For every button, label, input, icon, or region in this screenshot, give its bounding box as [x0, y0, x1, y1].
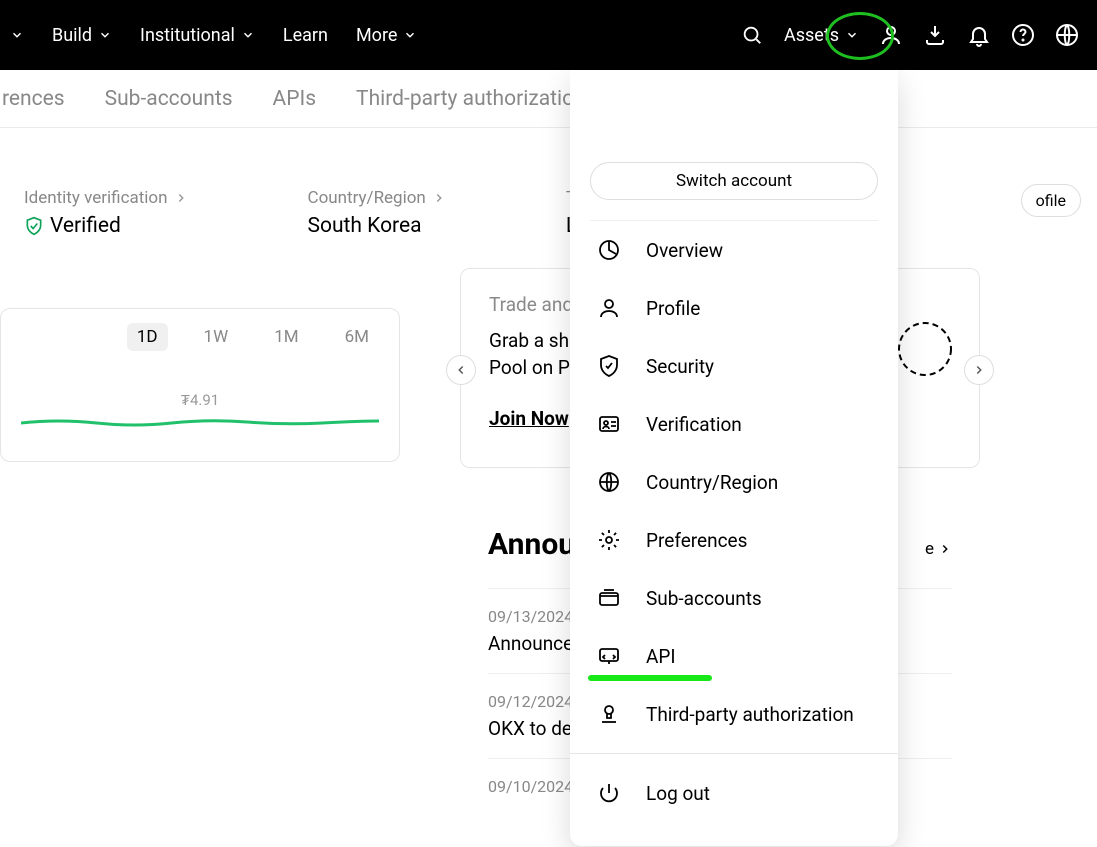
subnav-tab-sub-accounts[interactable]: Sub-accounts: [105, 87, 233, 111]
shield-check-icon: [24, 216, 44, 236]
help-icon[interactable]: [1011, 23, 1035, 47]
dropdown-item-label: Third-party authorization: [646, 703, 854, 726]
dropdown-preferences[interactable]: Preferences: [590, 511, 878, 569]
topnav-item-build[interactable]: Build: [52, 25, 112, 46]
globe-icon[interactable]: [1055, 23, 1079, 47]
dropdown-country-region[interactable]: Country/Region: [590, 453, 878, 511]
stamp-icon: [596, 701, 622, 727]
shield-icon: [596, 353, 622, 379]
chevron-down-icon: [241, 28, 255, 42]
dropdown-api[interactable]: API: [590, 627, 878, 685]
idcard-icon: [596, 411, 622, 437]
dropdown-item-label: Overview: [646, 239, 723, 262]
carousel-next-button[interactable]: [964, 355, 994, 385]
range-1w[interactable]: 1W: [194, 323, 239, 351]
gear-icon: [596, 527, 622, 553]
topnav-item-institutional[interactable]: Institutional: [140, 25, 255, 46]
dropdown-third-party[interactable]: Third-party authorization: [590, 685, 878, 743]
info-value: South Korea: [308, 214, 446, 238]
sub-nav: rences Sub-accounts APIs Third-party aut…: [0, 70, 1097, 128]
chevron-down-icon: [845, 28, 859, 42]
announcements-title: Annou: [488, 527, 575, 562]
dropdown-profile[interactable]: Profile: [590, 279, 878, 337]
info-block-identity[interactable]: Identity verification Verified: [24, 188, 188, 238]
dropdown-item-label: Security: [646, 355, 714, 378]
dropdown-item-label: API: [646, 645, 676, 668]
info-block-country[interactable]: Country/Region South Korea: [308, 188, 446, 238]
dropdown-item-label: Preferences: [646, 529, 747, 552]
dropdown-item-label: Profile: [646, 297, 700, 320]
search-icon[interactable]: [740, 23, 764, 47]
chart-price: ₮4.91: [21, 391, 379, 409]
bell-icon[interactable]: [967, 23, 991, 47]
range-6m[interactable]: 6M: [335, 323, 379, 351]
power-icon: [596, 780, 622, 806]
range-1m[interactable]: 1M: [264, 323, 308, 351]
user-icon[interactable]: [879, 23, 903, 47]
api-icon: [596, 643, 622, 669]
chart-line: [21, 413, 379, 431]
loader-graphic: [895, 319, 955, 379]
dropdown-verification[interactable]: Verification: [590, 395, 878, 453]
range-1d[interactable]: 1D: [127, 323, 168, 351]
chevron-down-icon: [98, 28, 112, 42]
dropdown-security[interactable]: Security: [590, 337, 878, 395]
wallet-icon: [596, 585, 622, 611]
subnav-tab-apis[interactable]: APIs: [273, 87, 317, 111]
chevron-down-icon: [403, 28, 417, 42]
profile-chip[interactable]: ofile: [1021, 184, 1081, 217]
chevron-down-icon: [10, 28, 24, 42]
switch-account-button[interactable]: Switch account: [590, 162, 878, 200]
carousel-prev-button[interactable]: [446, 355, 476, 385]
subnav-tab-preferences[interactable]: rences: [0, 87, 65, 111]
topnav-item-more[interactable]: More: [356, 25, 417, 46]
dropdown-sub-accounts[interactable]: Sub-accounts: [590, 569, 878, 627]
announcements-more-link[interactable]: e: [925, 539, 952, 559]
globe-icon: [596, 469, 622, 495]
dropdown-item-label: Sub-accounts: [646, 587, 762, 610]
user-dropdown: Switch account Overview Profile Security…: [570, 70, 898, 846]
top-nav: Build Institutional Learn More Assets: [0, 0, 1097, 70]
topnav-item-learn[interactable]: Learn: [283, 25, 328, 46]
info-value: Verified: [50, 214, 121, 238]
dropdown-overview[interactable]: Overview: [590, 220, 878, 279]
dropdown-item-label: Country/Region: [646, 471, 778, 494]
dropdown-logout[interactable]: Log out: [590, 764, 878, 822]
divider: [570, 753, 898, 754]
chevron-right-icon: [174, 191, 188, 205]
download-icon[interactable]: [923, 23, 947, 47]
dropdown-item-label: Log out: [646, 782, 710, 805]
topnav-assets[interactable]: Assets: [784, 25, 859, 46]
chart-card: 1D 1W 1M 6M ₮4.91: [0, 308, 400, 462]
profile-icon: [596, 295, 622, 321]
chevron-right-icon: [432, 191, 446, 205]
dropdown-item-label: Verification: [646, 413, 742, 436]
info-label: Identity verification: [24, 188, 168, 208]
topnav-item-0[interactable]: [4, 28, 24, 42]
pie-icon: [596, 237, 622, 263]
info-label: Country/Region: [308, 188, 426, 208]
subnav-tab-third-party[interactable]: Third-party authorizatio: [356, 87, 574, 111]
